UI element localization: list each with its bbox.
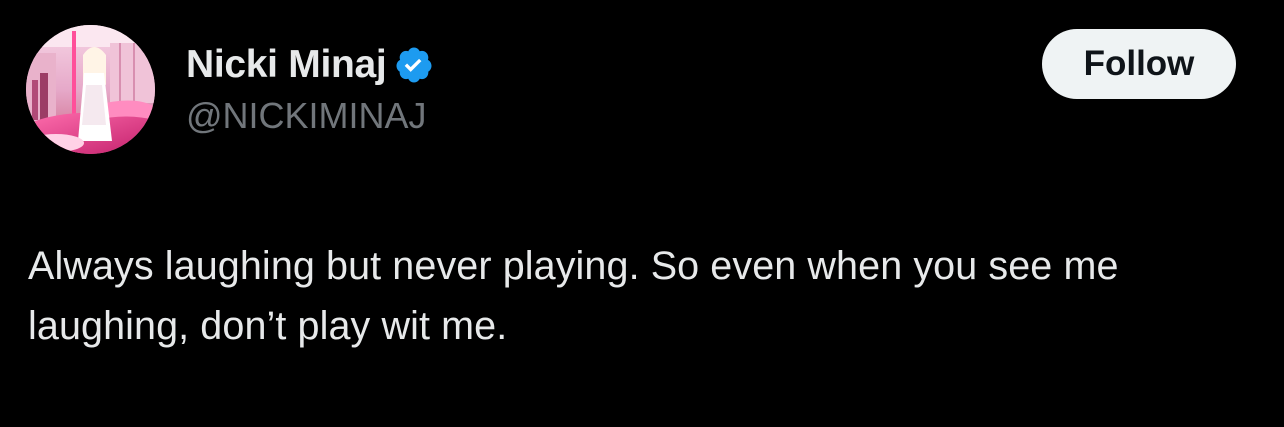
name-row: Nicki Minaj bbox=[186, 39, 434, 91]
tweet-card: Nicki Minaj @NICKIMINAJ Follow Always la… bbox=[0, 0, 1284, 427]
author-identity: Nicki Minaj @NICKIMINAJ bbox=[186, 39, 434, 139]
follow-button[interactable]: Follow bbox=[1042, 29, 1236, 99]
tweet-text: Always laughing but never playing. So ev… bbox=[28, 244, 1119, 348]
verified-badge-icon bbox=[394, 45, 434, 85]
profile-avatar[interactable] bbox=[26, 25, 155, 154]
tweet-header: Nicki Minaj @NICKIMINAJ Follow bbox=[26, 25, 1236, 154]
display-name[interactable]: Nicki Minaj bbox=[186, 43, 387, 87]
author-handle[interactable]: @NICKIMINAJ bbox=[186, 93, 434, 139]
avatar-image bbox=[26, 25, 155, 154]
